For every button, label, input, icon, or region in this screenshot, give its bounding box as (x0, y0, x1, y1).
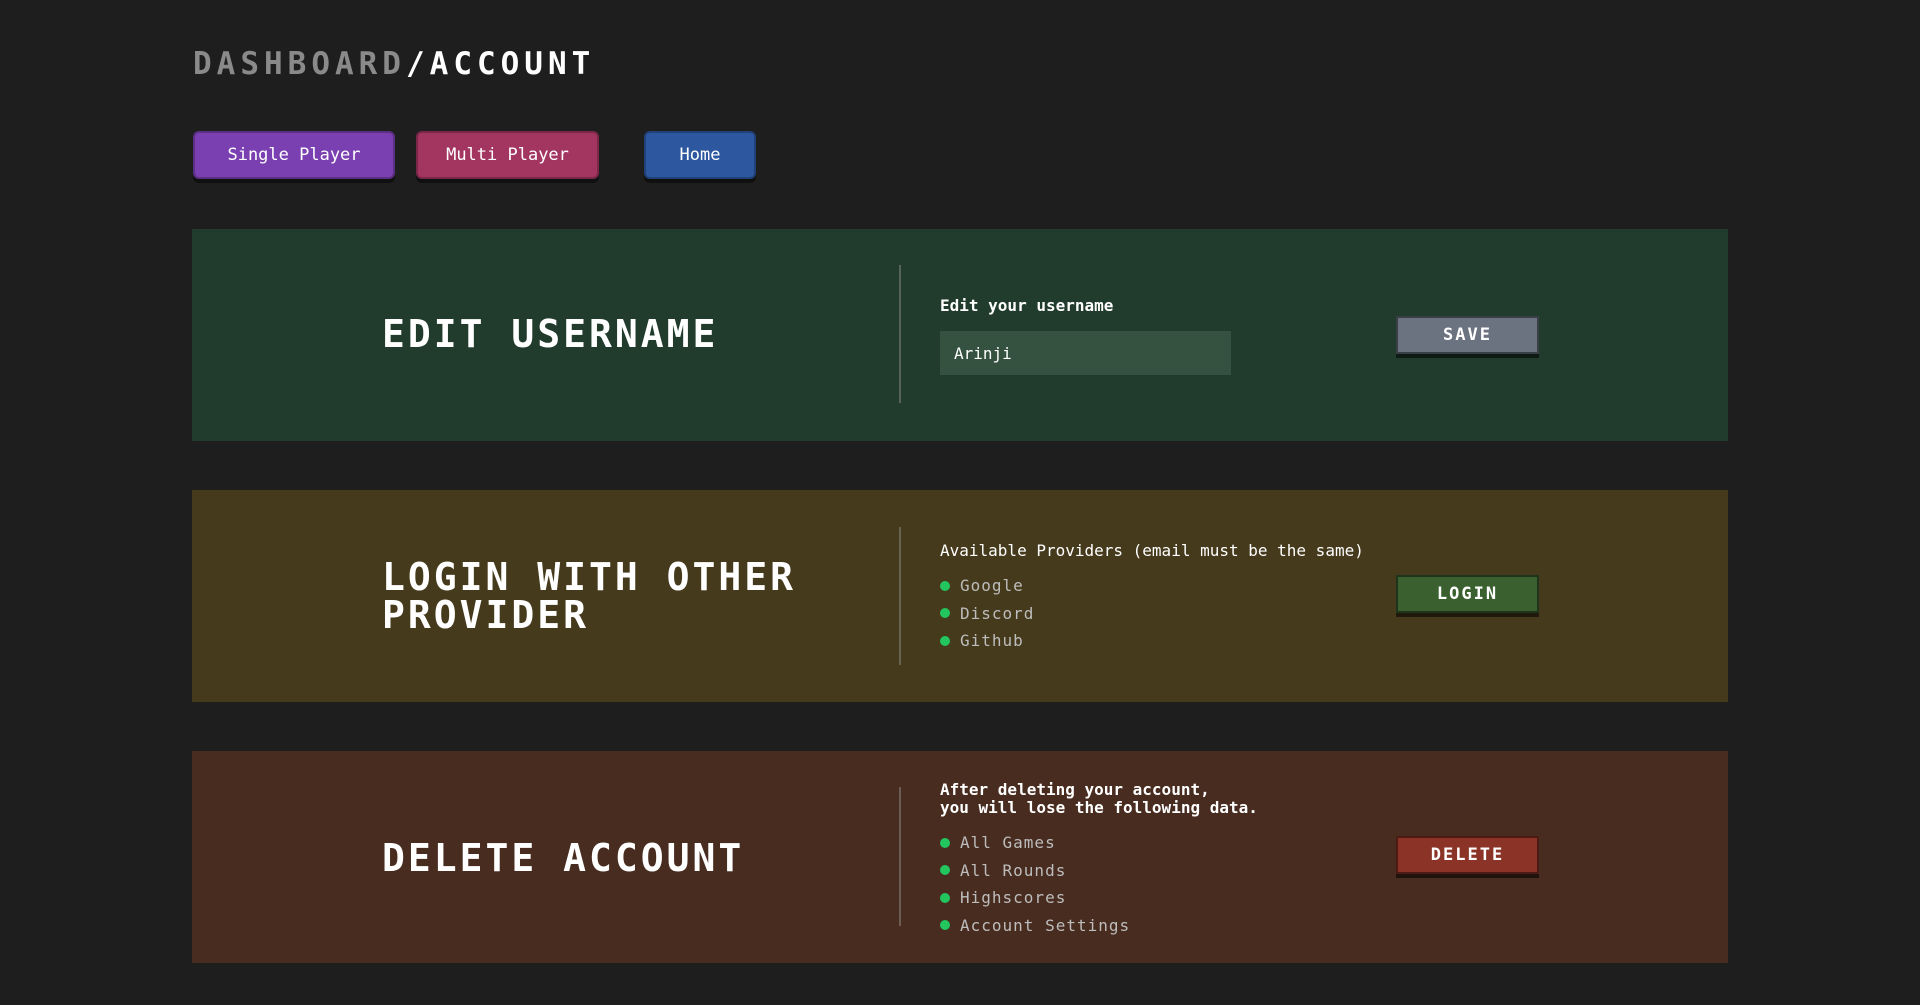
breadcrumb-separator: / (405, 46, 430, 82)
provider-github: Github (960, 631, 1024, 651)
breadcrumb-dashboard-link[interactable]: DASHBOARD (193, 46, 406, 82)
list-item: Highscores (940, 884, 1258, 912)
home-button[interactable]: Home (644, 131, 756, 179)
bullet-dot (940, 920, 950, 931)
provider-discord: Discord (960, 603, 1035, 623)
lost-data-item: Highscores (960, 888, 1067, 908)
save-button[interactable]: SAVE (1396, 316, 1539, 354)
list-item: Google (940, 572, 1364, 600)
provider-google: Google (960, 576, 1024, 596)
login-button[interactable]: LOGIN (1396, 575, 1539, 613)
edit-username-content: Edit your username (940, 297, 1231, 375)
delete-account-content: After deleting your account, you will lo… (940, 781, 1258, 939)
multi-player-button[interactable]: Multi Player (416, 131, 599, 179)
delete-button[interactable]: DELETE (1396, 836, 1539, 874)
lost-data-item: Account Settings (960, 915, 1131, 935)
breadcrumb-current: ACCOUNT (429, 46, 596, 82)
list-item: Account Settings (940, 912, 1258, 940)
lost-data-item: All Rounds (960, 860, 1067, 880)
lost-data-list: All Games All Rounds Highscores Account … (940, 829, 1258, 939)
lost-data-item: All Games (960, 833, 1056, 853)
bullet-dot (940, 837, 950, 848)
panel-divider (899, 265, 901, 403)
login-provider-title-line1: LOGIN WITH OTHER (382, 555, 797, 599)
panel-divider (899, 787, 901, 926)
username-input[interactable] (940, 331, 1231, 375)
delete-warning-line1: After deleting your account, (940, 780, 1210, 799)
bullet-dot (940, 608, 950, 619)
login-provider-title: LOGIN WITH OTHER PROVIDER (382, 558, 796, 634)
login-provider-panel: LOGIN WITH OTHER PROVIDER Available Prov… (192, 490, 1728, 702)
single-player-button[interactable]: Single Player (193, 131, 395, 179)
login-provider-title-line2: PROVIDER (382, 593, 590, 637)
list-item: All Rounds (940, 857, 1258, 885)
login-provider-content: Available Providers (email must be the s… (940, 542, 1364, 655)
delete-warning-line2: you will lose the following data. (940, 798, 1258, 817)
list-item: All Games (940, 829, 1258, 857)
delete-account-title: DELETE ACCOUNT (382, 836, 745, 880)
username-field-label: Edit your username (940, 296, 1114, 315)
providers-label: Available Providers (email must be the s… (940, 541, 1364, 560)
edit-username-panel: EDIT USERNAME Edit your username SAVE (192, 229, 1728, 441)
list-item: Discord (940, 600, 1364, 628)
bullet-dot (940, 892, 950, 903)
account-page: DASHBOARD/ACCOUNT Single Player Multi Pl… (0, 0, 1920, 1005)
breadcrumb: DASHBOARD/ACCOUNT (193, 46, 595, 82)
bullet-dot (940, 635, 950, 646)
delete-account-panel: DELETE ACCOUNT After deleting your accou… (192, 751, 1728, 963)
panel-divider (899, 527, 901, 665)
bullet-dot (940, 580, 950, 591)
list-item: Github (940, 627, 1364, 655)
edit-username-title: EDIT USERNAME (382, 312, 719, 356)
bullet-dot (940, 865, 950, 876)
provider-list: Google Discord Github (940, 572, 1364, 655)
